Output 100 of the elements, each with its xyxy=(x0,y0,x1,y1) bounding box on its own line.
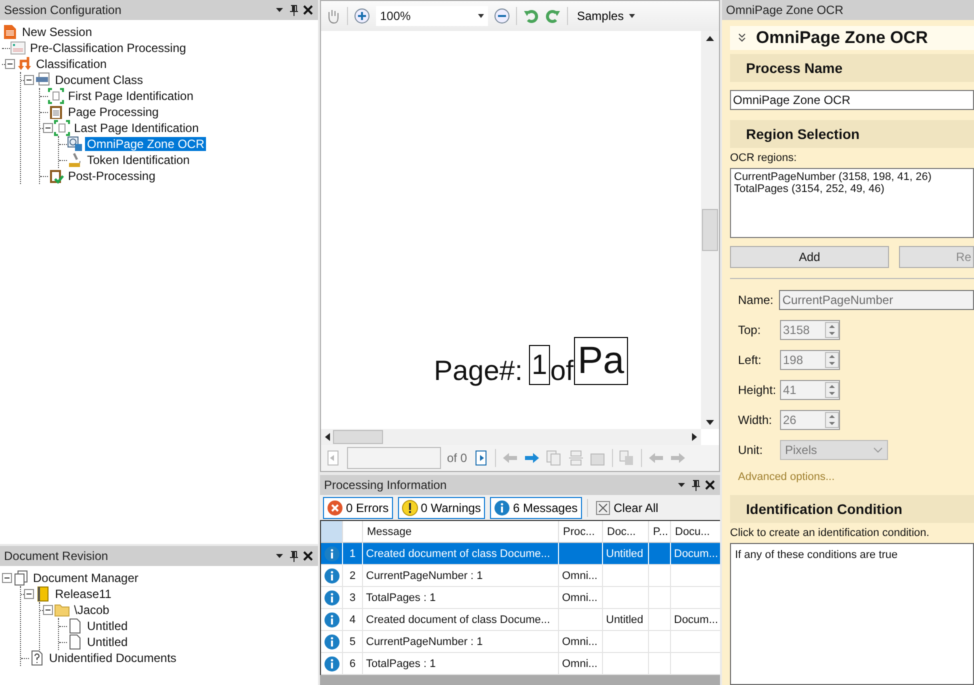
column-header[interactable] xyxy=(343,521,363,544)
tree-item[interactable]: Token Identification xyxy=(85,153,192,167)
scroll-left-icon[interactable] xyxy=(323,432,333,442)
table-cell: Untitled xyxy=(603,609,649,632)
row-status[interactable] xyxy=(321,653,343,676)
panel-controls-icon[interactable] xyxy=(676,479,716,491)
table-cell: Omni... xyxy=(559,653,603,676)
scroll-right-icon[interactable] xyxy=(689,432,699,442)
table-cell xyxy=(671,631,720,654)
tree-item[interactable]: \Jacob xyxy=(72,603,112,617)
zoom-dropdown[interactable]: 100% xyxy=(376,6,488,26)
collapse-icon[interactable] xyxy=(738,33,746,43)
tree-item[interactable]: New Session xyxy=(20,25,94,39)
row-status[interactable] xyxy=(321,587,343,610)
process-name-field[interactable]: OmniPage Zone OCR xyxy=(730,90,974,110)
collapse-toggle[interactable] xyxy=(2,573,12,583)
tree-item[interactable]: Classification xyxy=(34,57,109,71)
tree-item[interactable]: Document Class xyxy=(53,73,146,87)
tree-item[interactable]: Document Manager xyxy=(31,571,140,585)
clipboard-icon xyxy=(48,104,64,120)
zoom-out-icon[interactable] xyxy=(494,8,510,24)
panel-controls-icon[interactable] xyxy=(274,550,314,562)
row-status[interactable] xyxy=(321,565,343,588)
tree-item[interactable]: Release11 xyxy=(53,587,114,601)
vertical-scrollbar[interactable] xyxy=(701,31,719,429)
page-bracket-icon xyxy=(54,120,70,136)
field-label: Left: xyxy=(738,353,762,367)
page-text: of xyxy=(550,357,574,385)
filter-toggle[interactable]: 6 Messages xyxy=(490,496,582,519)
info-icon xyxy=(494,500,510,516)
samples-dropdown[interactable]: Samples xyxy=(574,9,638,23)
column-header[interactable]: Message xyxy=(363,521,559,544)
tree-item[interactable]: Untitled xyxy=(85,619,130,633)
panel-controls-icon[interactable] xyxy=(274,4,314,16)
tree-item[interactable]: Unidentified Documents xyxy=(47,651,178,665)
column-header[interactable]: Doc... xyxy=(603,521,649,544)
section-heading: Identification Condition xyxy=(746,501,902,517)
tree-item[interactable]: Page Processing xyxy=(66,105,161,119)
info-icon xyxy=(324,634,340,650)
column-header[interactable] xyxy=(321,521,343,544)
field-label: OCR regions: xyxy=(730,152,798,164)
column-header[interactable]: Docu... xyxy=(671,521,720,544)
table-cell xyxy=(649,565,671,588)
condition-box[interactable]: If any of these conditions are true xyxy=(730,543,974,685)
table-cell xyxy=(671,653,720,676)
warning-icon xyxy=(402,500,418,516)
table-cell: Omni... xyxy=(559,565,603,588)
collapse-toggle[interactable] xyxy=(43,605,53,615)
hint-text: Click to create an identification condition. xyxy=(730,527,930,539)
tree-item[interactable]: Untitled xyxy=(85,635,130,649)
ocr-zone: Pa xyxy=(574,337,628,385)
next-page-icon[interactable] xyxy=(473,450,490,466)
caret-icon xyxy=(628,14,635,18)
add-button[interactable]: Add xyxy=(730,246,889,268)
pages-icon xyxy=(13,570,29,586)
column-header[interactable]: P... xyxy=(649,521,671,544)
panel-title: Session Configuration xyxy=(4,3,122,17)
tree-item[interactable]: OmniPage Zone OCR xyxy=(85,137,206,151)
collapse-toggle[interactable] xyxy=(24,589,34,599)
field-label: Top: xyxy=(738,323,762,337)
undo-icon[interactable] xyxy=(523,8,539,24)
page-icon xyxy=(67,634,83,650)
regions-list[interactable]: CurrentPageNumber (3158, 198, 41, 26) TotalPages (3154, 252, 49, 46) xyxy=(730,168,974,238)
tree-item[interactable]: Last Page Identification xyxy=(72,121,201,135)
collapse-toggle[interactable] xyxy=(24,75,34,85)
panel-title: Document Revision xyxy=(4,549,110,563)
forward-arrow-icon[interactable] xyxy=(524,450,540,466)
zoom-in-icon[interactable] xyxy=(354,8,370,24)
tree-item[interactable]: First Page Identification xyxy=(66,89,196,103)
collapse-toggle[interactable] xyxy=(5,59,15,69)
table-cell xyxy=(603,565,649,588)
folder-icon xyxy=(54,602,70,618)
scroll-thumb[interactable] xyxy=(702,209,718,251)
tree-item[interactable]: Post-Processing xyxy=(66,169,158,183)
table-cell: Omni... xyxy=(559,587,603,610)
horizontal-scrollbar[interactable] xyxy=(321,429,701,445)
row-number: 6 xyxy=(343,653,363,676)
table-cell xyxy=(559,609,603,632)
tree-item[interactable]: Pre-Classification Processing xyxy=(28,41,188,55)
chevron-down-icon xyxy=(873,447,883,453)
window-icon xyxy=(10,40,26,56)
page-bracket-icon xyxy=(48,88,64,104)
clear-all-button[interactable]: Clear All xyxy=(592,500,662,515)
list-item[interactable]: CurrentPageNumber (3158, 198, 41, 26) xyxy=(734,171,970,183)
table-cell xyxy=(559,543,603,566)
panel-title: Processing Information xyxy=(324,478,448,492)
scroll-thumb[interactable] xyxy=(333,430,383,444)
redo-icon[interactable] xyxy=(545,8,561,24)
table-cell: Created document of class Docume... xyxy=(363,609,559,632)
column-header[interactable]: Proc... xyxy=(559,521,603,544)
filter-toggle[interactable]: 0 Errors xyxy=(323,496,393,519)
error-icon xyxy=(327,500,343,516)
collapse-toggle[interactable] xyxy=(43,123,53,133)
list-item[interactable]: TotalPages (3154, 252, 49, 46) xyxy=(734,183,970,195)
table-cell: Docum... xyxy=(671,609,720,632)
filter-toggle[interactable]: 0 Warnings xyxy=(398,496,485,519)
row-status[interactable] xyxy=(321,631,343,654)
row-status[interactable] xyxy=(321,609,343,632)
question-page-icon xyxy=(29,650,45,666)
row-number: 3 xyxy=(343,587,363,610)
